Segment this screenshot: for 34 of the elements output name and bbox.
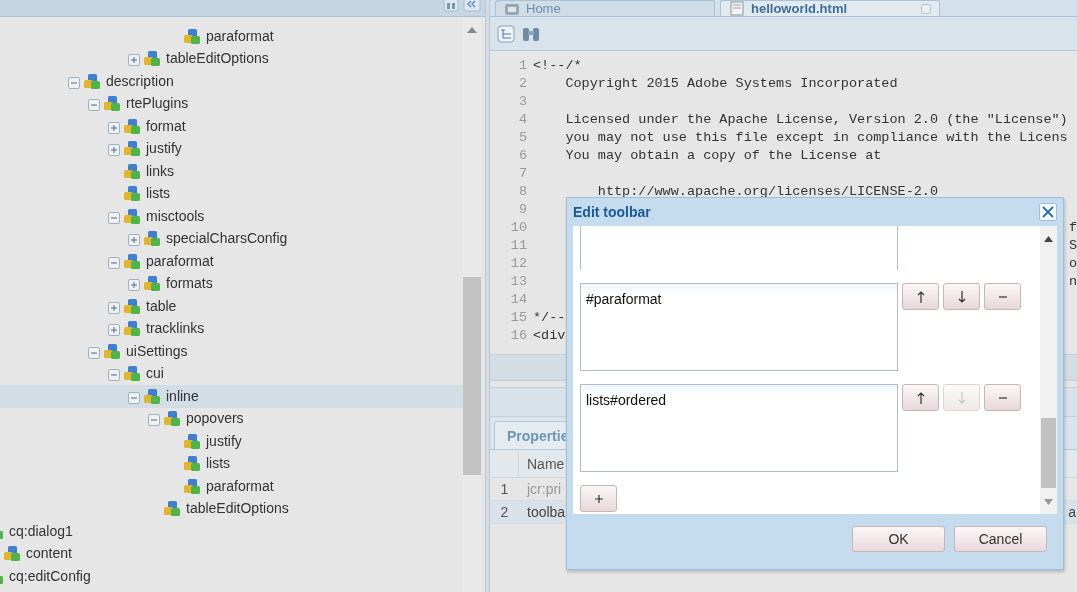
code-line: Copyright 2015 Adobe Systems Incorporated	[564, 74, 898, 93]
line-number: 5	[517, 128, 527, 147]
line-number: 13	[509, 272, 527, 291]
line-number: 4	[517, 110, 527, 129]
line-number: 1	[517, 56, 527, 75]
line-number: 3	[517, 92, 527, 111]
line-number: 6	[517, 146, 527, 165]
code-line: you may not use this file except in compliance with the Licens	[564, 128, 1068, 147]
table-cell-text: toolba	[527, 502, 566, 522]
code-line: You may obtain a copy of the License at	[564, 146, 882, 165]
row-number: 2	[499, 502, 510, 522]
code-line: */--	[533, 308, 566, 327]
code-line: Licensed under the Apache License, Version 2.0 (the "License")	[564, 110, 1068, 129]
code-text: n	[1068, 272, 1077, 291]
code-line: http://www.apache.org/licenses/LICENSE-2.0	[596, 182, 939, 201]
code-text: S	[1068, 236, 1077, 255]
line-number: 2	[517, 74, 527, 93]
code-text: o	[1068, 254, 1077, 273]
line-number: 7	[517, 164, 527, 183]
dialog-title: Edit toolbar	[573, 202, 651, 222]
line-number: 9	[517, 200, 527, 219]
table-cell-text: a	[1068, 502, 1077, 522]
line-number: 8	[517, 182, 527, 201]
code-line: <div	[533, 326, 566, 345]
line-number: 10	[509, 218, 527, 237]
code-line: <!--/*	[533, 56, 582, 75]
line-number: 15	[509, 308, 527, 327]
code-text: f	[1068, 218, 1077, 237]
row-number: 1	[499, 479, 510, 499]
line-number: 12	[509, 254, 527, 273]
table-cell-text: jcr:pri	[527, 479, 562, 499]
line-number: 16	[509, 326, 527, 345]
line-number: 11	[509, 236, 527, 255]
line-number: 14	[509, 290, 527, 309]
